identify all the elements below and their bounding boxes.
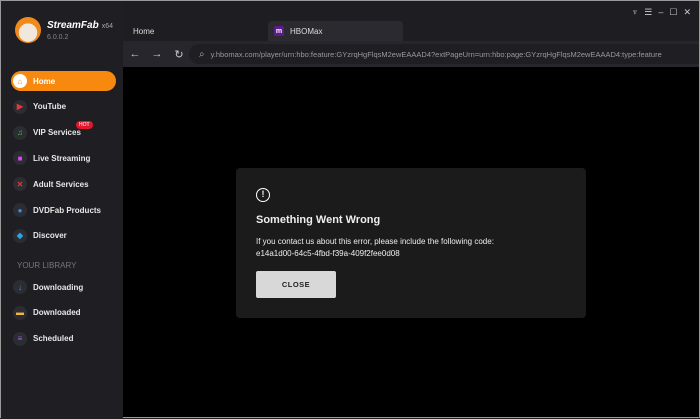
downloading-icon: ↓ xyxy=(13,280,27,294)
hbomax-icon: m xyxy=(274,26,284,36)
youtube-icon: ▶ xyxy=(13,99,27,114)
home-icon: ⌂ xyxy=(13,74,27,88)
app-version: 6.0.0.2 xyxy=(47,34,69,41)
sidebar-item-youtube[interactable]: ▶ YouTube xyxy=(11,97,116,117)
dvdfab-products-icon: ● xyxy=(13,203,27,217)
back-icon[interactable]: ← xyxy=(125,48,145,60)
adult-services-icon: ✕ xyxy=(13,177,27,192)
scheduled-icon: ≡ xyxy=(13,331,27,346)
sidebar-item-adult-services[interactable]: ✕ Adult Services xyxy=(11,174,116,194)
streamfab-logo xyxy=(15,17,41,43)
forward-icon[interactable]: → xyxy=(147,48,167,60)
search-icon: ⌕ xyxy=(199,48,205,60)
discover-icon: ◆ xyxy=(13,228,27,243)
url-field[interactable]: ⌕ y.hbomax.com/player/urn:hbo:feature:GY… xyxy=(189,44,699,64)
app-name-text: StreamFab xyxy=(47,20,99,31)
reload-icon[interactable]: ↻ xyxy=(169,48,189,61)
dialog-message: If you contact us about this error, plea… xyxy=(256,236,576,260)
url-text: y.hbomax.com/player/urn:hbo:feature:GYzr… xyxy=(210,49,662,59)
sidebar-item-label: Downloading xyxy=(33,282,84,292)
sidebar-item-downloading[interactable]: ↓ Downloading xyxy=(11,277,116,297)
sidebar-item-vip-services[interactable]: ♫ VIP Services HOT xyxy=(11,120,116,143)
close-icon[interactable]: ✕ xyxy=(683,7,691,18)
maximize-icon[interactable]: ☐ xyxy=(669,7,677,18)
hot-badge: HOT xyxy=(76,120,93,129)
tab-label: HBOMax xyxy=(290,26,323,36)
downloaded-icon: ▬ xyxy=(13,305,27,320)
sidebar-item-dvdfab-products[interactable]: ● DVDFab Products xyxy=(11,200,116,220)
sidebar: StreamFab x64 6.0.0.2 ⌂ Home ▶ YouTube ♫ VIP S… xyxy=(1,1,123,419)
minimize-icon[interactable]: – xyxy=(658,7,663,18)
sidebar-item-label: Adult Services xyxy=(33,179,89,189)
error-code: e14a1d00-64c5-4fbd-f39a-409f2fee0d08 xyxy=(256,249,400,258)
alert-icon: ! xyxy=(256,188,270,202)
sidebar-item-label: DVDFab Products xyxy=(33,205,102,215)
sidebar-item-live-streaming[interactable]: ■ Live Streaming xyxy=(11,148,116,168)
tab-bar: Home m HBOMax ♆ ☰ – ☐ ✕ xyxy=(123,1,699,41)
sidebar-item-label: YouTube xyxy=(33,102,67,112)
sidebar-item-label: Downloaded xyxy=(33,308,81,318)
shirt-icon[interactable]: ♆ xyxy=(632,7,639,18)
menu-icon[interactable]: ☰ xyxy=(644,7,652,18)
tab-hbomax[interactable]: m HBOMax xyxy=(268,21,403,41)
sidebar-item-home[interactable]: ⌂ Home xyxy=(11,71,116,91)
app-name: StreamFab x64 xyxy=(47,20,113,31)
window-controls: ♆ ☰ – ☐ ✕ xyxy=(632,7,691,18)
error-dialog: ! Something Went Wrong If you contact us… xyxy=(236,168,586,318)
close-button[interactable]: CLOSE xyxy=(256,271,336,298)
library-header: YOUR LIBRARY xyxy=(17,261,77,270)
message-text: If you contact us about this error, plea… xyxy=(256,237,494,246)
address-bar: ← → ↻ ⌕ y.hbomax.com/player/urn:hbo:feat… xyxy=(123,41,699,67)
live-streaming-icon: ■ xyxy=(13,151,27,166)
sidebar-item-scheduled[interactable]: ≡ Scheduled xyxy=(11,329,116,349)
sidebar-item-downloaded[interactable]: ▬ Downloaded xyxy=(11,303,116,323)
sidebar-item-label: Home xyxy=(33,76,56,86)
tab-home[interactable]: Home xyxy=(133,27,154,36)
dialog-title: Something Went Wrong xyxy=(256,214,381,226)
sidebar-item-discover[interactable]: ◆ Discover xyxy=(11,226,116,246)
sidebar-item-label: Live Streaming xyxy=(33,153,91,163)
sidebar-item-label: VIP Services xyxy=(33,128,81,138)
vip-services-icon: ♫ xyxy=(13,125,27,140)
sidebar-item-label: Discover xyxy=(33,231,67,241)
sidebar-item-label: Scheduled xyxy=(33,334,74,344)
browser-content: ! Something Went Wrong If you contact us… xyxy=(123,67,699,417)
app-arch: x64 xyxy=(101,23,113,30)
